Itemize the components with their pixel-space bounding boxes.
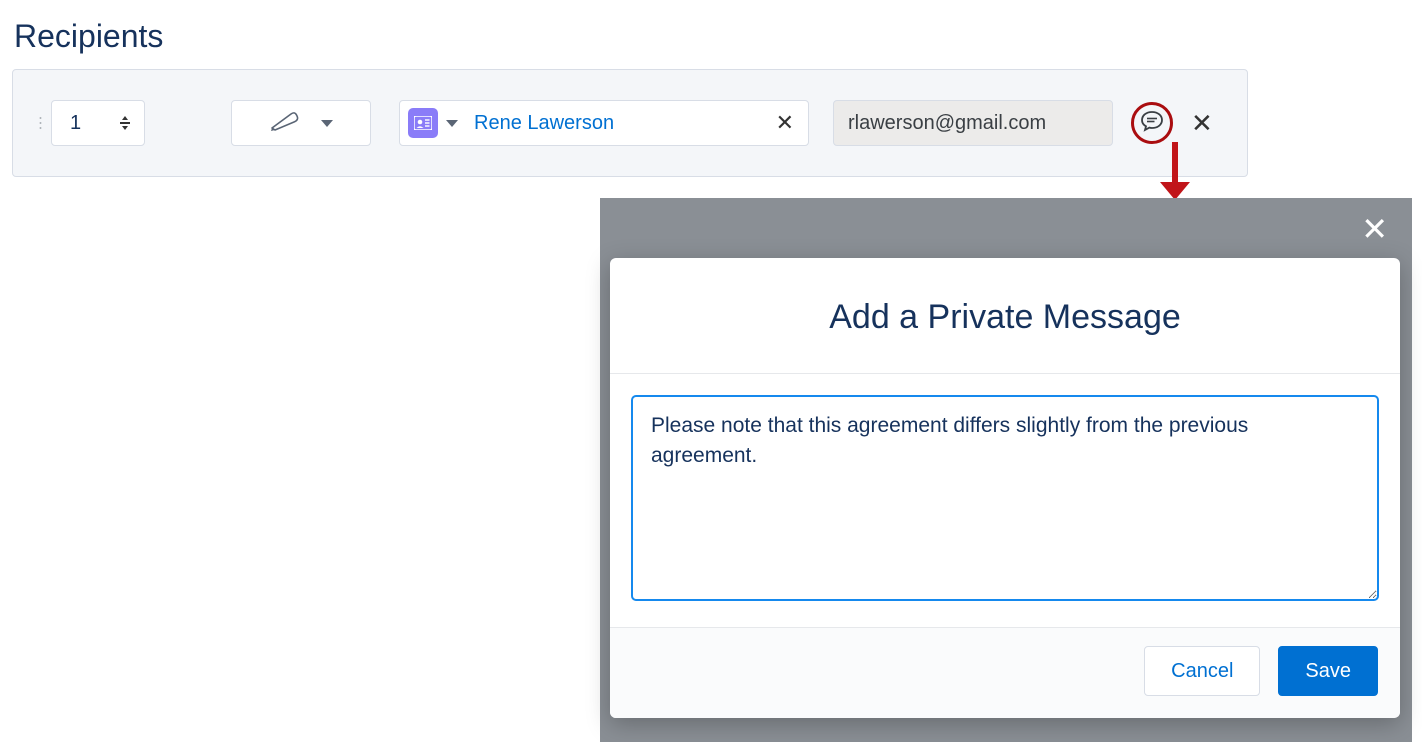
cancel-button[interactable]: Cancel: [1144, 646, 1260, 696]
drag-handle-icon[interactable]: ⋮: [33, 116, 48, 131]
chevron-down-icon: [446, 120, 458, 127]
remove-recipient-icon[interactable]: ✕: [1191, 108, 1213, 139]
chevron-down-icon: [321, 120, 333, 127]
recipients-heading: Recipients: [0, 0, 1422, 55]
recipient-row: ⋮ 1: [12, 69, 1248, 177]
modal-body: [610, 373, 1400, 627]
private-message-button[interactable]: [1131, 102, 1173, 144]
private-message-textarea[interactable]: [632, 396, 1378, 600]
close-overlay-icon[interactable]: ✕: [1361, 210, 1388, 248]
order-value: 1: [70, 112, 81, 135]
recipient-name: Rene Lawerson: [474, 112, 764, 135]
clear-name-icon[interactable]: ✕: [772, 110, 798, 136]
stepper-icon[interactable]: [116, 116, 134, 130]
order-stepper[interactable]: 1: [51, 100, 145, 146]
annotation-arrow: [1160, 142, 1190, 200]
modal-title: Add a Private Message: [610, 258, 1400, 373]
recipient-email-value: rlawerson@gmail.com: [848, 112, 1046, 135]
private-message-modal: Add a Private Message Cancel Save: [610, 258, 1400, 718]
modal-footer: Cancel Save: [610, 627, 1400, 718]
save-button[interactable]: Save: [1278, 646, 1378, 696]
recipient-name-selector[interactable]: Rene Lawerson ✕: [399, 100, 809, 146]
pen-icon: [269, 110, 299, 137]
recipient-email-field: rlawerson@gmail.com: [833, 100, 1113, 146]
contact-card-icon: [408, 108, 438, 138]
role-selector[interactable]: [231, 100, 371, 146]
speech-bubble-icon: [1140, 110, 1164, 137]
